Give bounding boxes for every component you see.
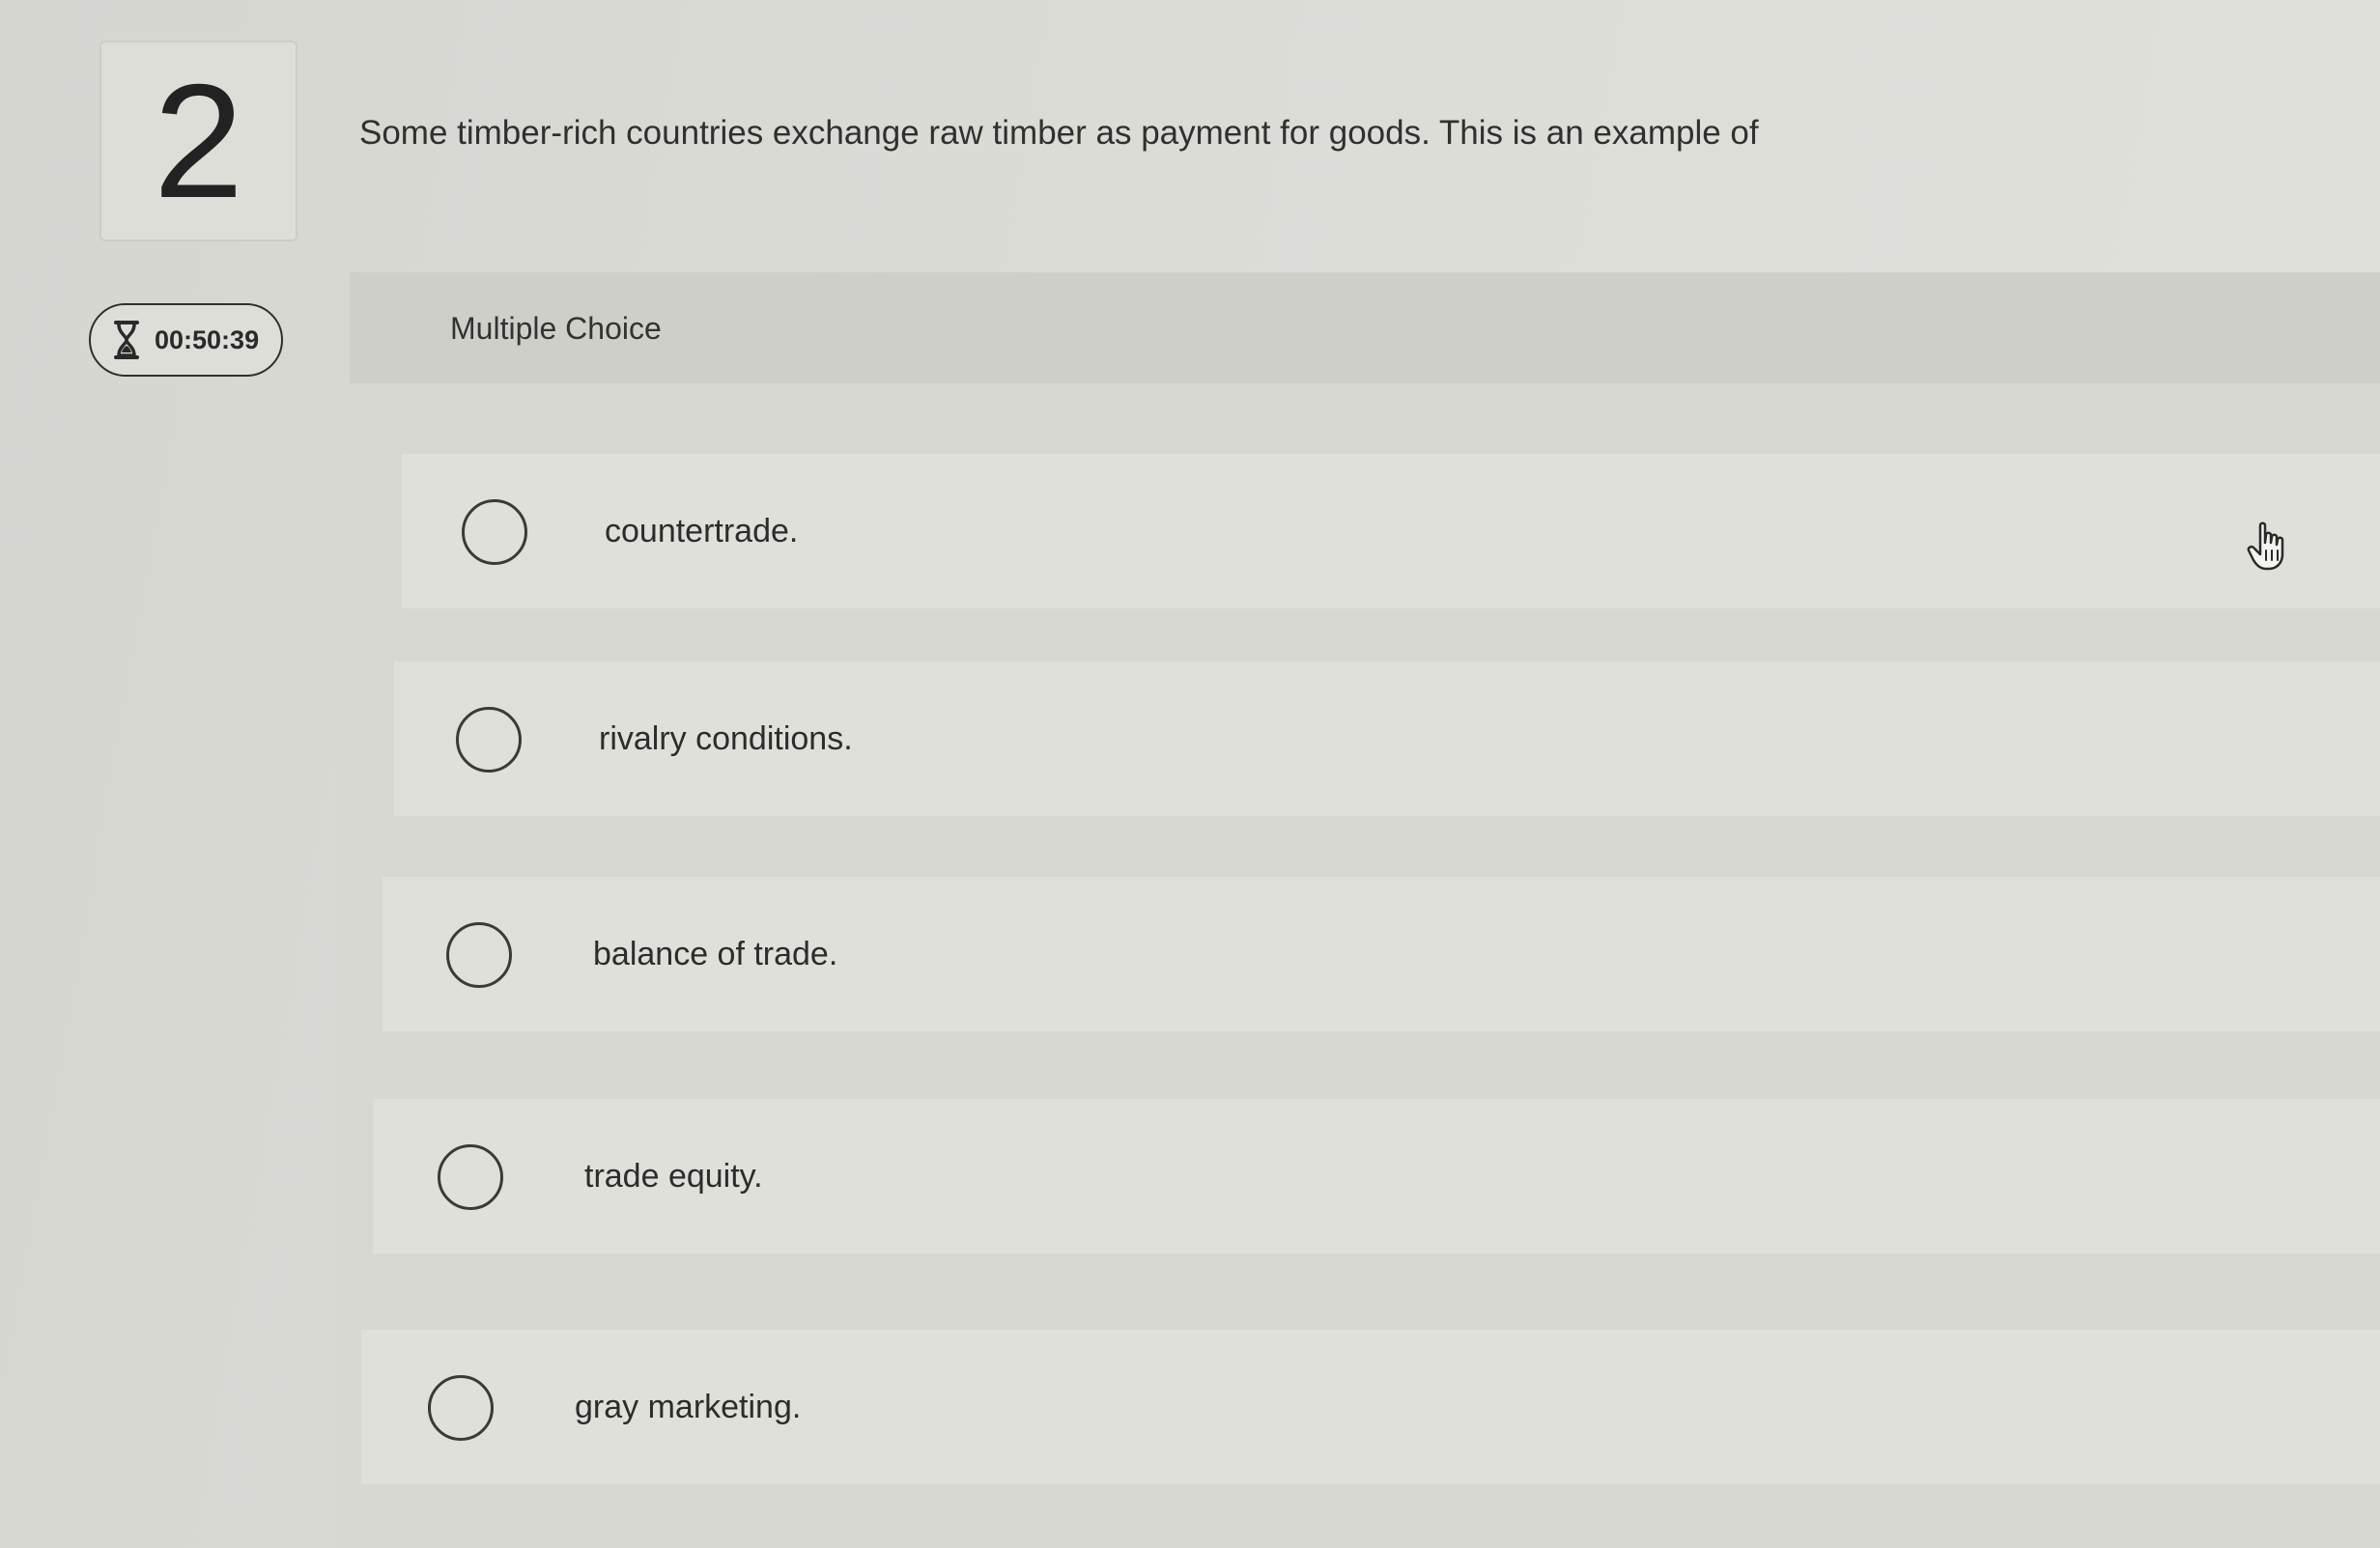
hourglass-icon <box>112 320 141 360</box>
option-radio[interactable] <box>456 707 522 773</box>
question-prompt: Some timber-rich countries exchange raw … <box>359 114 1759 152</box>
option-row[interactable]: rivalry conditions. <box>394 661 2380 816</box>
timer-value: 00:50:39 <box>155 324 260 354</box>
option-label[interactable]: countertrade. <box>605 513 798 550</box>
option-row[interactable]: trade equity. <box>373 1099 2380 1253</box>
option-radio[interactable] <box>462 499 527 565</box>
question-number: 2 <box>153 50 244 232</box>
option-label[interactable]: trade equity. <box>584 1158 763 1196</box>
timer-badge: 00:50:39 <box>89 303 283 377</box>
option-radio[interactable] <box>428 1375 494 1441</box>
hand-pointer-icon <box>2247 521 2289 572</box>
option-row[interactable]: gray marketing. <box>361 1330 2380 1484</box>
question-number-box: 2 <box>99 41 298 241</box>
question-type-label: Multiple Choice <box>450 311 662 346</box>
option-row[interactable]: balance of trade. <box>382 877 2380 1031</box>
option-radio[interactable] <box>438 1144 503 1210</box>
option-label[interactable]: gray marketing. <box>575 1389 801 1426</box>
option-label[interactable]: balance of trade. <box>593 936 837 973</box>
option-radio[interactable] <box>446 922 512 988</box>
option-row[interactable]: countertrade. <box>402 454 2380 608</box>
option-label[interactable]: rivalry conditions. <box>599 720 853 758</box>
